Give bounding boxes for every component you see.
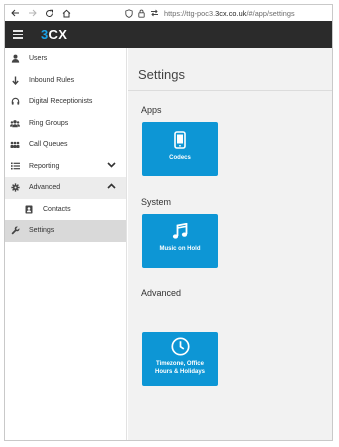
- arrow-down-icon: [10, 75, 20, 85]
- sidebar-item-label: Users: [29, 55, 48, 63]
- url-prefix: https://ttg-poc3.: [164, 8, 216, 18]
- main-content: Settings Apps Codecs System Music on Hol…: [128, 48, 332, 440]
- section-heading-apps: Apps: [141, 105, 162, 115]
- sidebar-item-label: Call Queues: [29, 141, 68, 149]
- section-heading-system: System: [141, 197, 172, 207]
- tile-label: Codecs: [169, 155, 191, 161]
- sidebar-item-settings[interactable]: Settings: [5, 220, 126, 242]
- sidebar-item-digital-receptionists[interactable]: Digital Receptionists: [5, 91, 126, 113]
- arrow-left-icon: [10, 9, 19, 17]
- list-icon: [10, 161, 20, 171]
- browser-window: https://ttg-poc3.3cx.co.uk/#/app/setting…: [4, 4, 333, 441]
- app-logo[interactable]: 3CX: [41, 27, 67, 42]
- forward-button[interactable]: [25, 6, 39, 20]
- shield-icon[interactable]: [125, 8, 133, 18]
- address-book-icon: [24, 204, 34, 214]
- users-group-icon: [10, 118, 20, 128]
- sidebar-item-ring-groups[interactable]: Ring Groups: [5, 113, 126, 135]
- url-bar-icons: [125, 8, 159, 18]
- sidebar-item-label: Settings: [29, 227, 55, 235]
- clock-icon: [170, 337, 190, 356]
- title-divider: [128, 90, 332, 91]
- reload-icon: [45, 9, 53, 17]
- mobile-phone-icon: [174, 131, 186, 149]
- chevron-down-icon[interactable]: [107, 161, 116, 170]
- tile-label: Timezone, Office Hours & Holidays: [154, 361, 205, 375]
- sidebar-item-label: Contacts: [43, 205, 71, 213]
- gear-icon: [10, 183, 20, 193]
- wrench-icon: [10, 226, 20, 236]
- browser-toolbar: https://ttg-poc3.3cx.co.uk/#/app/setting…: [5, 5, 332, 21]
- home-button[interactable]: [59, 6, 73, 20]
- user-icon: [10, 54, 20, 64]
- sidebar-item-label: Inbound Rules: [29, 76, 75, 84]
- sidebar-item-label: Ring Groups: [29, 119, 69, 127]
- reload-button[interactable]: [42, 6, 56, 20]
- hamburger-menu-icon[interactable]: [13, 29, 23, 41]
- sidebar-item-advanced[interactable]: Advanced: [5, 177, 126, 199]
- chevron-up-icon[interactable]: [107, 183, 116, 191]
- sidebar-item-inbound-rules[interactable]: Inbound Rules: [5, 70, 126, 92]
- tile-codecs[interactable]: Codecs: [142, 122, 218, 176]
- permissions-icon[interactable]: [150, 9, 159, 17]
- tile-music-on-hold[interactable]: Music on Hold: [142, 214, 218, 268]
- sidebar-item-label: Digital Receptionists: [29, 98, 93, 106]
- app-header: 3CX: [5, 21, 332, 48]
- url-path: /#/app/settings: [246, 8, 295, 18]
- sidebar-item-call-queues[interactable]: Call Queues: [5, 134, 126, 156]
- section-heading-advanced: Advanced: [141, 288, 182, 298]
- tile-timezone-office-hours-holidays[interactable]: Timezone, Office Hours & Holidays: [142, 332, 218, 386]
- home-icon: [62, 9, 70, 17]
- tile-label: Music on Hold: [159, 246, 201, 252]
- page-title: Settings: [138, 67, 185, 82]
- lock-icon[interactable]: [138, 9, 145, 18]
- sidebar-item-reporting[interactable]: Reporting: [5, 156, 126, 178]
- logo-number: 3: [41, 27, 49, 42]
- queue-icon: [10, 140, 20, 150]
- sidebar-item-users[interactable]: Users: [5, 48, 126, 70]
- url-host: 3cx.co.uk: [215, 8, 247, 18]
- logo-letters: CX: [48, 27, 68, 42]
- music-note-icon: [172, 223, 188, 239]
- sidebar: Users Inbound Rules Digital Receptionist…: [5, 48, 127, 440]
- back-button[interactable]: [8, 6, 22, 20]
- url-field[interactable]: https://ttg-poc3.3cx.co.uk/#/app/setting…: [164, 9, 295, 18]
- headset-icon: [10, 97, 20, 107]
- sidebar-item-contacts[interactable]: Contacts: [5, 199, 126, 221]
- arrow-right-icon: [28, 9, 37, 17]
- sidebar-item-label: Advanced: [29, 184, 61, 192]
- sidebar-item-label: Reporting: [29, 162, 60, 170]
